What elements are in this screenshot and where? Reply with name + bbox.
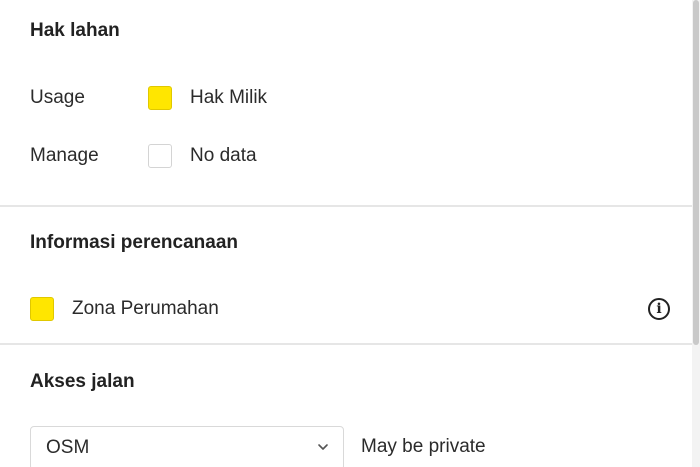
manage-color-swatch	[148, 144, 172, 168]
usage-label: Usage	[30, 87, 85, 108]
usage-color-swatch	[148, 86, 172, 110]
zone-color-swatch	[30, 297, 54, 321]
property-info-panel: Hak lahan Usage Hak Milik Manage No data…	[0, 0, 692, 467]
scrollbar-thumb[interactable]	[693, 0, 699, 345]
usage-value: Hak Milik	[190, 87, 268, 108]
manage-value: No data	[190, 145, 257, 166]
land-rights-section: Hak lahan Usage Hak Milik Manage No data	[0, 0, 692, 207]
road-access-source-select[interactable]: OSM	[30, 426, 344, 467]
zone-row: Zona Perumahan	[30, 295, 219, 323]
zone-label: Zona Perumahan	[72, 298, 219, 319]
manage-label: Manage	[30, 145, 99, 166]
chevron-down-icon	[318, 444, 328, 450]
manage-row: Manage No data	[30, 142, 257, 170]
road-access-status: May be private	[361, 436, 486, 457]
section-title-land-rights: Hak lahan	[30, 20, 120, 41]
scrollbar[interactable]	[692, 0, 700, 467]
road-access-source-value: OSM	[46, 437, 90, 458]
usage-row: Usage Hak Milik	[30, 84, 267, 112]
section-title-road-access: Akses jalan	[30, 371, 135, 392]
section-title-planning: Informasi perencanaan	[30, 232, 239, 253]
info-circle-icon[interactable]: i	[648, 298, 670, 320]
planning-info-section: Informasi perencanaan Zona Perumahan i	[0, 207, 692, 345]
